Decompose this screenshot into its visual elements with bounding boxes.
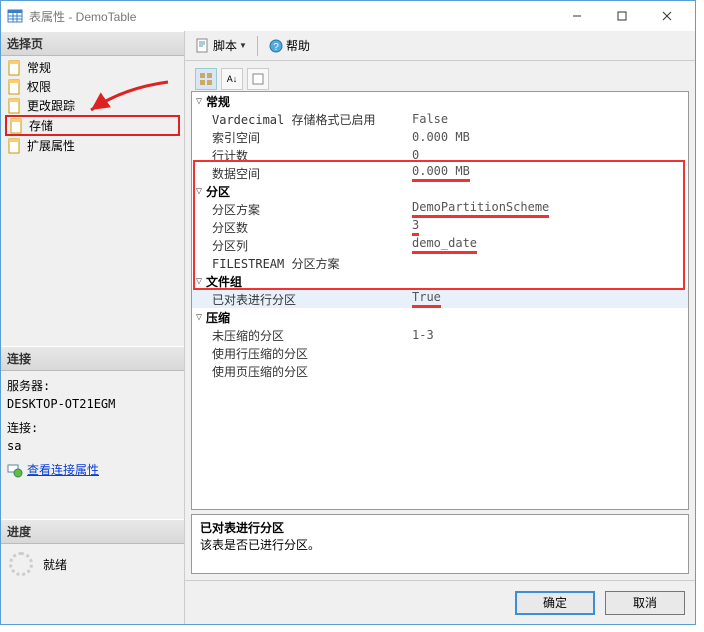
category-partition[interactable]: ▽分区 xyxy=(192,182,688,200)
script-button[interactable]: 脚本 ▼ xyxy=(191,35,251,56)
server-label: 服务器: xyxy=(7,377,178,395)
maximize-button[interactable] xyxy=(599,2,644,30)
category-compress[interactable]: ▽压缩 xyxy=(192,308,688,326)
property-grid[interactable]: ▽常规 Vardecimal 存储格式已启用False 索引空间0.000 MB… xyxy=(191,91,689,510)
prop-vardecimal[interactable]: Vardecimal 存储格式已启用False xyxy=(192,110,688,128)
progress-header: 进度 xyxy=(1,519,184,544)
page-icon xyxy=(7,60,23,76)
close-button[interactable] xyxy=(644,2,689,30)
connection-header: 连接 xyxy=(1,346,184,371)
prop-is-partitioned[interactable]: 已对表进行分区True xyxy=(192,290,688,308)
table-icon xyxy=(7,8,23,24)
prop-row-count[interactable]: 行计数0 xyxy=(192,146,688,164)
progress-panel: 就绪 xyxy=(1,544,184,584)
prop-row-compress[interactable]: 使用行压缩的分区 xyxy=(192,344,688,362)
page-icon xyxy=(7,79,23,95)
nav-list: 常规 权限 更改跟踪 存储 扩展属性 xyxy=(1,56,184,157)
help-button[interactable]: ? 帮助 xyxy=(264,35,314,56)
spinner-icon xyxy=(9,552,33,576)
grid-toolbar: A↓ xyxy=(191,67,689,91)
property-pages-button[interactable] xyxy=(247,68,269,90)
description-panel: 已对表进行分区 该表是否已进行分区。 xyxy=(191,514,689,574)
desc-body: 该表是否已进行分区。 xyxy=(200,536,680,553)
chevron-down-icon: ▼ xyxy=(239,41,247,50)
page-icon xyxy=(9,118,25,134)
prop-page-compress[interactable]: 使用页压缩的分区 xyxy=(192,362,688,380)
desc-title: 已对表进行分区 xyxy=(200,519,680,536)
select-page-header: 选择页 xyxy=(1,31,184,56)
connection-info: 服务器: DESKTOP-OT21EGM 连接: sa 查看连接属性 xyxy=(1,371,184,489)
page-icon xyxy=(7,138,23,154)
status-text: 就绪 xyxy=(43,556,67,573)
nav-general[interactable]: 常规 xyxy=(5,58,180,77)
categorized-button[interactable] xyxy=(195,68,217,90)
conn-value: sa xyxy=(7,437,178,455)
category-filegroup[interactable]: ▽文件组 xyxy=(192,272,688,290)
conn-label: 连接: xyxy=(7,419,178,437)
alphabetical-button[interactable]: A↓ xyxy=(221,68,243,90)
ok-button[interactable]: 确定 xyxy=(515,591,595,615)
nav-extended[interactable]: 扩展属性 xyxy=(5,136,180,155)
help-icon: ? xyxy=(268,38,284,54)
svg-text:?: ? xyxy=(273,42,279,53)
view-connection-link[interactable]: 查看连接属性 xyxy=(7,461,99,479)
server-value: DESKTOP-OT21EGM xyxy=(7,395,178,413)
prop-data-space[interactable]: 数据空间0.000 MB xyxy=(192,164,688,182)
nav-permission[interactable]: 权限 xyxy=(5,77,180,96)
script-icon xyxy=(195,38,211,54)
prop-uncompressed[interactable]: 未压缩的分区1-3 xyxy=(192,326,688,344)
nav-change-tracking[interactable]: 更改跟踪 xyxy=(5,96,180,115)
page-icon xyxy=(7,98,23,114)
prop-filestream-scheme[interactable]: FILESTREAM 分区方案 xyxy=(192,254,688,272)
minimize-button[interactable] xyxy=(554,2,599,30)
cancel-button[interactable]: 取消 xyxy=(605,591,685,615)
nav-storage[interactable]: 存储 xyxy=(5,115,180,136)
titlebar: 表属性 - DemoTable xyxy=(1,1,695,31)
prop-partition-column[interactable]: 分区列demo_date xyxy=(192,236,688,254)
connection-icon xyxy=(7,462,23,478)
category-general[interactable]: ▽常规 xyxy=(192,92,688,110)
toolbar: 脚本 ▼ ? 帮助 xyxy=(185,31,695,61)
prop-index-space[interactable]: 索引空间0.000 MB xyxy=(192,128,688,146)
prop-partition-scheme[interactable]: 分区方案DemoPartitionScheme xyxy=(192,200,688,218)
window-title: 表属性 - DemoTable xyxy=(29,8,554,25)
footer: 确定 取消 xyxy=(185,580,695,624)
prop-partition-count[interactable]: 分区数3 xyxy=(192,218,688,236)
